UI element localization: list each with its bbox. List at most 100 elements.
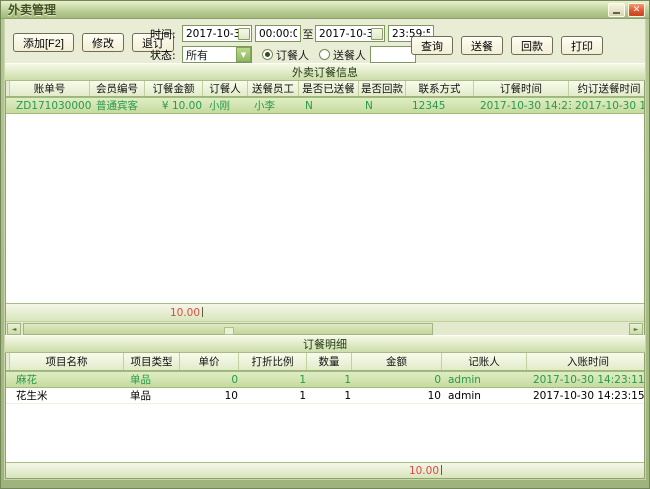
cell-item-name: 花生米 (13, 388, 127, 403)
date-from-input[interactable] (186, 28, 238, 40)
cell-order-amount: ¥ 10.00 (148, 100, 206, 112)
column-header-quantity[interactable]: 数量 (307, 353, 352, 370)
order-grid: 账单号 会员编号 订餐金额 订餐人 送餐员工 是否已送餐 是否回款 联系方式 订… (5, 81, 645, 335)
status-filter-row: 状态: 所有 ▼ 订餐人 送餐人 (150, 46, 416, 63)
column-header-discount-ratio[interactable]: 打折比例 (239, 353, 307, 370)
minimize-icon (613, 12, 620, 14)
time-from-input[interactable] (259, 28, 297, 40)
payment-button[interactable]: 回款 (511, 36, 553, 55)
query-button[interactable]: 查询 (411, 36, 453, 55)
column-header-member-no[interactable]: 会员编号 (90, 81, 145, 96)
order-table-row[interactable]: ZD17103000028 普通宾客 ¥ 10.00 小刚 小李 N N 123… (6, 97, 644, 114)
column-header-delivered[interactable]: 是否已送餐 (299, 81, 359, 96)
cell-item-type: 单品 (127, 388, 183, 403)
cell-entry-time: 2017-10-30 14:23:15 (530, 390, 645, 402)
close-icon: ✕ (633, 5, 641, 15)
column-header-order-amount[interactable]: 订餐金额 (145, 81, 203, 96)
cell-quantity: 1 (310, 390, 355, 402)
column-header-entry-time[interactable]: 入账时间 (527, 353, 645, 370)
person-search-input[interactable] (370, 46, 416, 63)
cell-amount: 10 (355, 390, 445, 402)
cell-delivery-staff: 小李 (251, 98, 302, 113)
column-header-paid-back[interactable]: 是否回款 (359, 81, 406, 96)
scrollbar-thumb[interactable] (23, 323, 433, 335)
print-button[interactable]: 打印 (561, 36, 603, 55)
radio-deliverer[interactable]: 送餐人 (319, 47, 366, 63)
cell-bookkeeper: admin (445, 390, 530, 402)
toolbar-right-buttons: 查询 送餐 回款 打印 (411, 36, 603, 55)
takeout-management-window: 外卖管理 ✕ 添加[F2] 修改 退订 时间: (0, 0, 650, 489)
date-from-field[interactable] (182, 25, 252, 42)
order-grid-header: 账单号 会员编号 订餐金额 订餐人 送餐员工 是否已送餐 是否回款 联系方式 订… (6, 81, 644, 97)
cell-bill-no: ZD17103000028 (13, 100, 93, 112)
column-header-item-name[interactable]: 项目名称 (10, 353, 124, 370)
detail-grid-header: 项目名称 项目类型 单价 打折比例 数量 金额 记账人 入账时间 (6, 353, 644, 371)
column-header-orderer[interactable]: 订餐人 (203, 81, 248, 96)
column-header-bookkeeper[interactable]: 记账人 (442, 353, 527, 370)
date-to-field[interactable] (315, 25, 385, 42)
column-header-order-time[interactable]: 订餐时间 (474, 81, 569, 96)
date-to-input[interactable] (319, 28, 371, 40)
scroll-right-icon[interactable]: ► (629, 323, 643, 335)
cell-item-type: 单品 (127, 372, 183, 387)
date-to-picker-button[interactable] (371, 28, 383, 40)
window-frame: 添加[F2] 修改 退订 时间: 至 (1, 19, 649, 488)
time-filter-row: 时间: 至 (150, 25, 434, 42)
time-from-field[interactable] (255, 25, 301, 42)
content-area: 添加[F2] 修改 退订 时间: 至 (4, 19, 646, 480)
cell-scheduled-delivery-time: 2017-10-30 11:30:00 (572, 100, 645, 112)
radio-orderer-icon[interactable] (262, 49, 273, 60)
detail-total: 10.00 (6, 465, 442, 477)
cell-paid-back: N (362, 100, 409, 112)
to-label: 至 (301, 26, 315, 42)
scroll-left-icon[interactable]: ◄ (7, 323, 21, 335)
radio-orderer-label: 订餐人 (276, 47, 309, 63)
column-header-contact[interactable]: 联系方式 (406, 81, 474, 96)
detail-table-row[interactable]: 麻花 单品 0 1 1 0 admin 2017-10-30 14:23:11 (6, 371, 644, 388)
order-total-value: 10.00 (170, 307, 203, 319)
column-header-scheduled-delivery-time[interactable]: 约订送餐时间 (569, 81, 645, 96)
close-button[interactable]: ✕ (628, 3, 645, 17)
radio-orderer[interactable]: 订餐人 (262, 47, 309, 63)
toolbar: 添加[F2] 修改 退订 时间: 至 (5, 19, 645, 63)
cell-member-no: 普通宾客 (93, 98, 148, 113)
status-dropdown[interactable]: 所有 ▼ (182, 46, 252, 63)
cell-order-time: 2017-10-30 14:23:19 (477, 100, 572, 112)
horizontal-scrollbar[interactable]: ◄ ► (6, 321, 644, 335)
detail-grid-section-title: 订餐明细 (5, 335, 645, 353)
cell-item-name: 麻花 (13, 372, 127, 387)
column-header-item-type[interactable]: 项目类型 (124, 353, 180, 370)
column-header-unit-price[interactable]: 单价 (180, 353, 239, 370)
radio-deliverer-icon[interactable] (319, 49, 330, 60)
detail-grid-footer: 10.00 (6, 462, 644, 478)
window-title: 外卖管理 (8, 1, 605, 18)
status-label: 状态: (150, 47, 182, 63)
cell-discount-ratio: 1 (242, 374, 310, 386)
cell-orderer: 小刚 (206, 98, 251, 113)
cell-quantity: 1 (310, 374, 355, 386)
add-button[interactable]: 添加[F2] (13, 33, 74, 52)
cell-amount: 0 (355, 374, 445, 386)
detail-total-value: 10.00 (409, 465, 442, 477)
column-header-delivery-staff[interactable]: 送餐员工 (248, 81, 299, 96)
title-bar[interactable]: 外卖管理 ✕ (1, 1, 649, 19)
cell-unit-price: 10 (183, 390, 242, 402)
radio-deliverer-label: 送餐人 (333, 47, 366, 63)
modify-button[interactable]: 修改 (82, 33, 124, 52)
time-label: 时间: (150, 26, 182, 42)
order-grid-footer: 10.00 (6, 303, 644, 321)
date-from-picker-button[interactable] (238, 28, 250, 40)
column-header-amount[interactable]: 金额 (352, 353, 442, 370)
cell-contact: 12345 (409, 100, 477, 112)
dropdown-arrow-icon[interactable]: ▼ (236, 47, 251, 62)
cell-entry-time: 2017-10-30 14:23:11 (530, 374, 645, 386)
order-grid-section-title: 外卖订餐信息 (5, 63, 645, 81)
order-total: 10.00 (6, 307, 203, 319)
detail-table-row[interactable]: 花生米 单品 10 1 1 10 admin 2017-10-30 14:23:… (6, 388, 644, 404)
deliver-button[interactable]: 送餐 (461, 36, 503, 55)
column-header-bill-no[interactable]: 账单号 (10, 81, 90, 96)
cell-unit-price: 0 (183, 374, 242, 386)
cell-delivered: N (302, 100, 362, 112)
detail-grid: 项目名称 项目类型 单价 打折比例 数量 金额 记账人 入账时间 麻花 单品 0… (5, 353, 645, 479)
minimize-button[interactable] (608, 3, 625, 17)
